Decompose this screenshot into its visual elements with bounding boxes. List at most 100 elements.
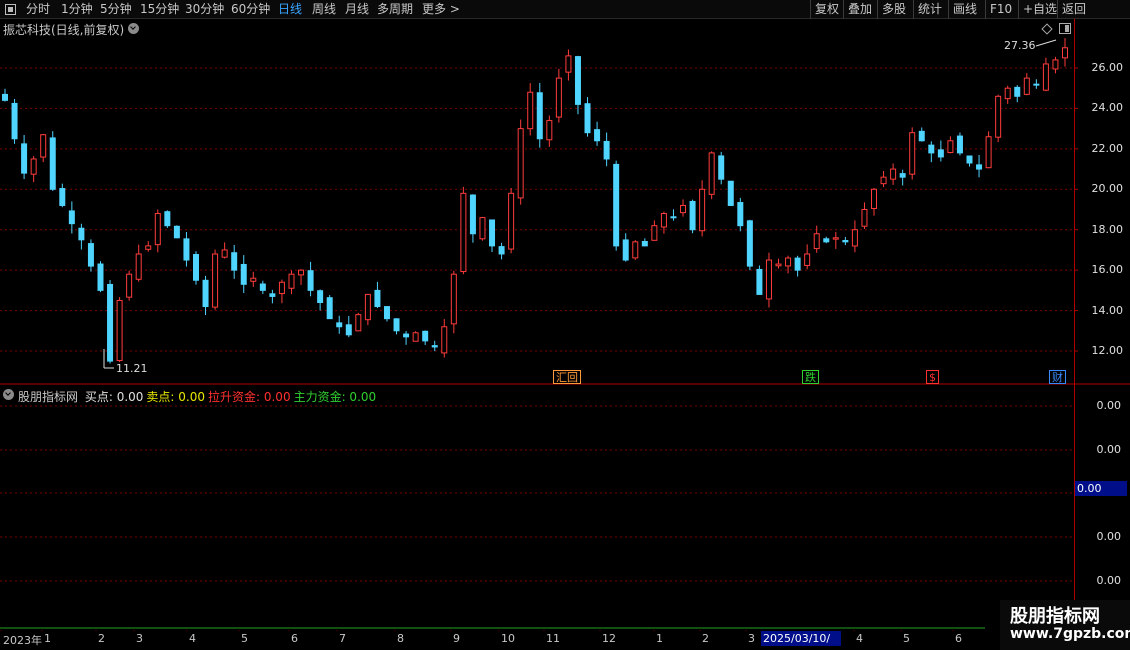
toolbar-separator — [985, 0, 986, 19]
candle-body — [584, 103, 591, 134]
indicator-name: 股朋指标网 — [18, 390, 79, 404]
time-tick-label: 9 — [453, 632, 460, 645]
time-tick-label: 3 — [748, 632, 755, 645]
candle-body — [1023, 77, 1030, 95]
event-marker[interactable]: $ — [926, 370, 939, 384]
event-marker[interactable]: 财 — [1049, 370, 1066, 384]
period-tab-2[interactable]: 5分钟 — [100, 0, 132, 19]
candle-body — [947, 140, 954, 154]
watermark-url: www.7gpzb.com — [1010, 626, 1130, 642]
candle-body — [202, 279, 209, 308]
time-tick-label: 8 — [397, 632, 404, 645]
candle-body — [135, 253, 142, 280]
watermark-title: 股朋指标网 — [1010, 606, 1100, 627]
time-tick-label: 2 — [702, 632, 709, 645]
candle-body — [794, 257, 801, 271]
candle-body — [909, 132, 916, 175]
candle-body — [508, 192, 515, 250]
time-tick-label: 6 — [291, 632, 298, 645]
price-tick-label: 24.00 — [1091, 101, 1124, 115]
price-tick-label: 22.00 — [1091, 141, 1124, 155]
toolbar-button-1[interactable]: 叠加 — [848, 0, 872, 19]
candle-body — [355, 314, 362, 332]
candle-body — [851, 229, 858, 247]
candle-body — [317, 290, 324, 303]
candle-body — [469, 194, 476, 235]
candle-body — [727, 180, 734, 206]
candle-body — [861, 209, 868, 227]
time-tick-label: 1 — [656, 632, 663, 645]
menu-icon[interactable] — [5, 4, 16, 15]
stock-title: 振芯科技(日线,前复权) — [3, 23, 125, 37]
cursor-date: 2025/03/10/一 — [761, 631, 841, 650]
candle-body — [689, 200, 696, 231]
period-tab-3[interactable]: 15分钟 — [140, 0, 179, 19]
candle-body — [221, 249, 228, 258]
candle-body — [536, 92, 543, 140]
event-marker[interactable]: 汇回 — [553, 370, 581, 384]
toolbar-button-2[interactable]: 多股 — [882, 0, 906, 19]
toolbar-button-5[interactable]: F10 — [990, 0, 1012, 19]
candle-body — [498, 246, 505, 255]
candle-body — [680, 204, 687, 214]
indicator-dropdown-icon[interactable] — [3, 389, 14, 400]
toolbar-separator — [810, 0, 811, 19]
period-tab-7[interactable]: 周线 — [312, 0, 336, 19]
candle-body — [928, 144, 935, 154]
period-tab-4[interactable]: 30分钟 — [185, 0, 224, 19]
candle-body — [937, 149, 944, 158]
time-tick-label: 3 — [136, 632, 143, 645]
candle-body — [383, 306, 390, 320]
indicator-current-value: 0.00 — [1075, 481, 1127, 496]
toolbar-separator — [913, 0, 914, 19]
candle-body — [670, 216, 677, 219]
candle-body — [250, 277, 257, 282]
candle-body — [403, 333, 410, 338]
candle-body — [422, 330, 429, 342]
title-dropdown-icon[interactable] — [128, 23, 139, 34]
candle-body — [699, 188, 706, 232]
candle-body — [97, 263, 104, 291]
candle-body — [555, 77, 562, 118]
candle-body — [708, 152, 715, 195]
candle-body — [594, 129, 601, 142]
candle-body — [718, 155, 725, 180]
candle-body — [976, 164, 983, 170]
period-tab-10[interactable]: 更多 > — [422, 0, 460, 19]
toolbar-button-6[interactable]: +自选 — [1023, 0, 1057, 19]
candle-body — [87, 243, 94, 267]
candle-body — [622, 239, 629, 261]
period-tab-8[interactable]: 月线 — [345, 0, 369, 19]
toolbar-button-7[interactable]: 返回 — [1062, 0, 1086, 19]
period-tab-0[interactable]: 分时 — [26, 0, 50, 19]
candle-body — [1042, 63, 1049, 91]
period-tab-6[interactable]: 日线 — [278, 0, 302, 19]
price-tick-label: 14.00 — [1091, 303, 1124, 317]
candle-body — [441, 326, 448, 354]
candle-body — [1014, 86, 1021, 97]
toolbar-button-3[interactable]: 统计 — [918, 0, 942, 19]
toolbar-button-0[interactable]: 复权 — [815, 0, 839, 19]
event-marker[interactable]: 跌 — [802, 370, 819, 384]
indicator-header: 股朋指标网 买点: 0.00 卖点: 0.00 拉升资金: 0.00 主力资金: 0.… — [18, 388, 382, 405]
candle-body — [880, 176, 887, 185]
indicator-tick-label: 0.00 — [1096, 443, 1122, 456]
toolbar-separator — [948, 0, 949, 19]
candle-body — [107, 283, 114, 362]
candle-body — [364, 293, 371, 321]
price-tick-label: 20.00 — [1091, 182, 1124, 196]
panel-toggle-icon[interactable] — [1059, 23, 1071, 34]
period-tab-5[interactable]: 60分钟 — [231, 0, 270, 19]
candle-body — [565, 55, 572, 73]
candle-body — [116, 299, 123, 362]
candle-body — [918, 130, 925, 142]
candle-body — [737, 202, 744, 227]
candle-body — [393, 318, 400, 332]
period-tab-9[interactable]: 多周期 — [377, 0, 413, 19]
candle-body — [126, 273, 133, 298]
period-tab-1[interactable]: 1分钟 — [61, 0, 93, 19]
chart-canvas — [0, 19, 1130, 631]
toolbar-button-4[interactable]: 画线 — [953, 0, 977, 19]
toolbar-separator — [877, 0, 878, 19]
time-tick-label: 10 — [501, 632, 515, 645]
